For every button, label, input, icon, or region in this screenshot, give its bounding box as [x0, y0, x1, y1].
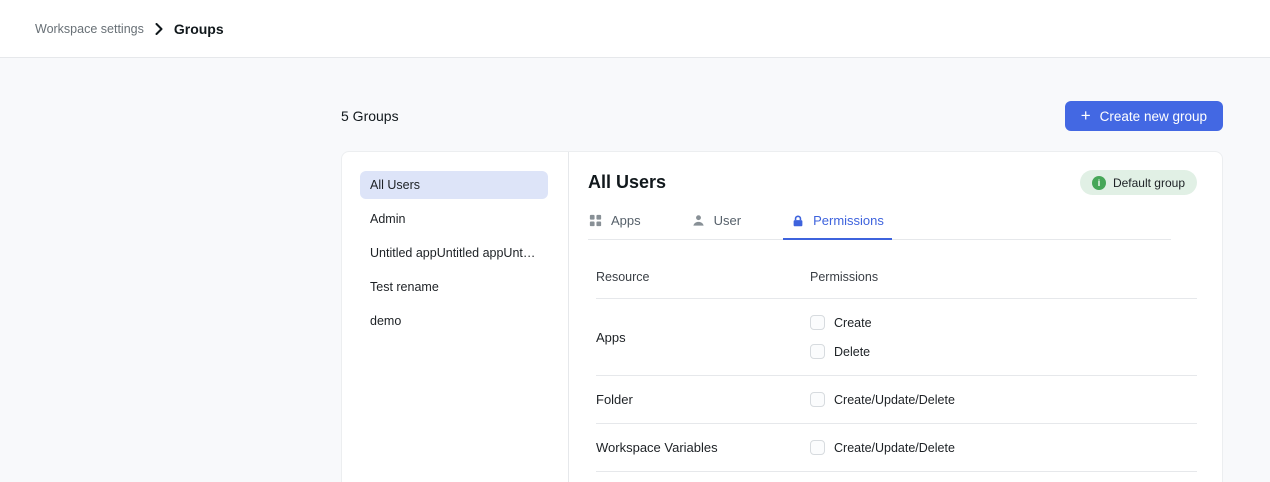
- permissions-table-header: Resource Permissions: [596, 270, 1197, 299]
- group-detail-tabs: Apps User Permissions: [588, 213, 1171, 240]
- column-header-resource: Resource: [596, 270, 810, 284]
- group-list-item-untitled-app[interactable]: Untitled appUntitled appUntitle…: [360, 239, 548, 267]
- permissions-table: Resource Permissions Apps Create: [588, 270, 1197, 472]
- breadcrumb-current-groups: Groups: [174, 21, 224, 37]
- chevron-right-icon: [155, 23, 163, 35]
- tab-permissions-label: Permissions: [813, 213, 884, 228]
- create-new-group-button[interactable]: + Create new group: [1065, 101, 1223, 131]
- apps-permissions: Create Delete: [810, 315, 1197, 359]
- table-row-apps: Apps Create Delete: [596, 299, 1197, 376]
- folder-cud-option: Create/Update/Delete: [810, 392, 1197, 407]
- groups-card: All Users Admin Untitled appUntitled app…: [341, 151, 1223, 482]
- apps-delete-label: Delete: [834, 345, 870, 359]
- user-icon: [691, 213, 706, 228]
- table-row-workspace-variables: Workspace Variables Create/Update/Delete: [596, 424, 1197, 472]
- resource-label-folder: Folder: [596, 392, 810, 407]
- tab-apps[interactable]: Apps: [588, 213, 641, 239]
- breadcrumb-workspace-settings[interactable]: Workspace settings: [35, 22, 144, 36]
- resource-label-workspace-variables: Workspace Variables: [596, 440, 810, 455]
- breadcrumb: Workspace settings Groups: [35, 21, 224, 37]
- tab-user[interactable]: User: [691, 213, 741, 239]
- groups-count-label: 5 Groups: [341, 108, 399, 124]
- group-detail-header: All Users i Default group: [588, 170, 1197, 195]
- apps-delete-checkbox[interactable]: [810, 344, 825, 359]
- group-detail-panel: All Users i Default group Apps: [569, 152, 1222, 482]
- group-list-item-admin[interactable]: Admin: [360, 205, 548, 233]
- group-list: All Users Admin Untitled appUntitled app…: [342, 152, 569, 482]
- workspace-variables-cud-label: Create/Update/Delete: [834, 441, 955, 455]
- content-area: 5 Groups + Create new group All Users Ad…: [0, 58, 1270, 482]
- workspace-variables-cud-option: Create/Update/Delete: [810, 440, 1197, 455]
- lock-icon: [791, 214, 805, 228]
- tab-apps-label: Apps: [611, 213, 641, 228]
- workspace-variables-permissions: Create/Update/Delete: [810, 440, 1197, 455]
- folder-permissions: Create/Update/Delete: [810, 392, 1197, 407]
- apps-create-checkbox[interactable]: [810, 315, 825, 330]
- tab-user-label: User: [714, 213, 741, 228]
- default-group-badge-label: Default group: [1113, 176, 1185, 190]
- app-root: Workspace settings Groups 5 Groups + Cre…: [0, 0, 1270, 482]
- apps-delete-option: Delete: [810, 344, 1197, 359]
- column-header-permissions: Permissions: [810, 270, 1197, 284]
- plus-icon: +: [1081, 107, 1091, 124]
- resource-label-apps: Apps: [596, 330, 810, 345]
- apps-create-option: Create: [810, 315, 1197, 330]
- workspace-variables-cud-checkbox[interactable]: [810, 440, 825, 455]
- group-list-item-all-users[interactable]: All Users: [360, 171, 548, 199]
- folder-cud-checkbox[interactable]: [810, 392, 825, 407]
- group-list-item-demo[interactable]: demo: [360, 307, 548, 335]
- create-new-group-label: Create new group: [1100, 109, 1207, 124]
- top-header: Workspace settings Groups: [0, 0, 1270, 58]
- tab-permissions[interactable]: Permissions: [791, 213, 884, 239]
- group-title: All Users: [588, 172, 666, 193]
- apps-create-label: Create: [834, 316, 872, 330]
- table-row-folder: Folder Create/Update/Delete: [596, 376, 1197, 424]
- default-group-badge: i Default group: [1080, 170, 1197, 195]
- folder-cud-label: Create/Update/Delete: [834, 393, 955, 407]
- content-inner: 5 Groups + Create new group All Users Ad…: [341, 58, 1223, 482]
- group-list-item-test-rename[interactable]: Test rename: [360, 273, 548, 301]
- apps-grid-icon: [588, 213, 603, 228]
- info-circle-icon: i: [1092, 176, 1106, 190]
- groups-toolbar: 5 Groups + Create new group: [341, 101, 1223, 131]
